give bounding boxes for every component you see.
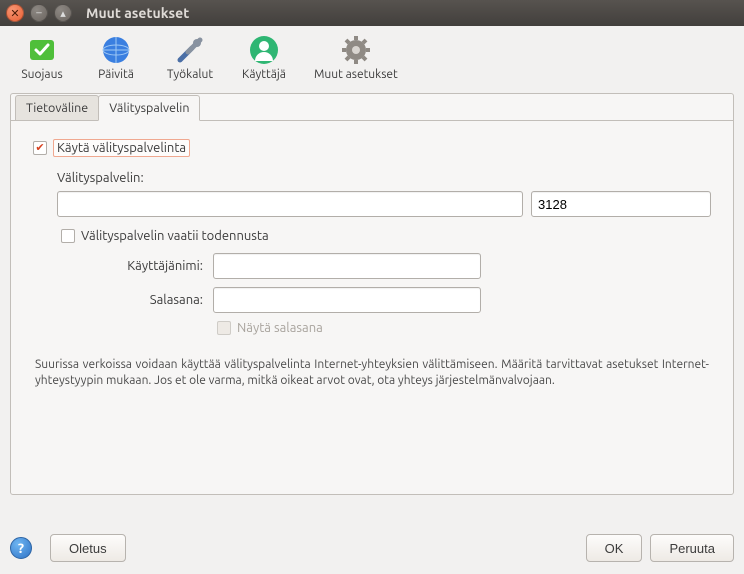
use-proxy-checkbox[interactable] — [33, 141, 47, 155]
ok-button[interactable]: OK — [586, 534, 643, 562]
proxy-server-label: Välityspalvelin: — [57, 171, 711, 185]
tab-medium[interactable]: Tietoväline — [15, 95, 99, 120]
footer: ? Oletus OK Peruuta — [10, 534, 734, 562]
defaults-button[interactable]: Oletus — [50, 534, 126, 562]
username-input — [213, 253, 481, 279]
toolbar-item-update[interactable]: Päivitä — [92, 34, 140, 81]
show-password-label: Näytä salasana — [237, 321, 323, 335]
content-panel: Tietoväline Välityspalvelin Käytä välity… — [10, 93, 734, 495]
user-icon — [248, 34, 280, 66]
toolbar-label: Käyttäjä — [242, 68, 286, 81]
proxy-host-input[interactable] — [57, 191, 523, 217]
toolbar-item-tools[interactable]: Työkalut — [166, 34, 214, 81]
toolbar-item-other-settings[interactable]: Muut asetukset — [314, 34, 398, 81]
toolbar-item-user[interactable]: Käyttäjä — [240, 34, 288, 81]
toolbar-label: Suojaus — [21, 68, 62, 81]
password-label: Salasana: — [61, 293, 213, 307]
toolbar: Suojaus Päivitä Työkalut Käyttäjä Muut a… — [0, 26, 744, 87]
show-password-checkbox — [217, 321, 231, 335]
toolbar-item-protection[interactable]: Suojaus — [18, 34, 66, 81]
requires-auth-label: Välityspalvelin vaatii todennusta — [81, 229, 269, 243]
titlebar: ✕ – ▴ Muut asetukset — [0, 0, 744, 26]
tab-bar: Tietoväline Välityspalvelin — [11, 93, 733, 121]
help-icon[interactable]: ? — [10, 537, 32, 559]
help-text: Suurissa verkoissa voidaan käyttää välit… — [33, 357, 711, 389]
shield-check-icon — [26, 34, 58, 66]
gear-icon — [340, 34, 372, 66]
proxy-port-input[interactable] — [531, 191, 711, 217]
cancel-button[interactable]: Peruuta — [650, 534, 734, 562]
window-maximize-button[interactable]: ▴ — [54, 4, 72, 22]
username-label: Käyttäjänimi: — [61, 259, 213, 273]
tab-panel-proxy: Käytä välityspalvelinta Välityspalvelin:… — [11, 121, 733, 401]
globe-icon — [100, 34, 132, 66]
password-input — [213, 287, 481, 313]
window-minimize-button[interactable]: – — [30, 4, 48, 22]
toolbar-label: Työkalut — [167, 68, 213, 81]
use-proxy-label: Käytä välityspalvelinta — [53, 139, 190, 157]
window-title: Muut asetukset — [86, 5, 189, 21]
window-close-button[interactable]: ✕ — [6, 4, 24, 22]
toolbar-label: Muut asetukset — [314, 68, 398, 81]
requires-auth-checkbox[interactable] — [61, 229, 75, 243]
tools-icon — [174, 34, 206, 66]
toolbar-label: Päivitä — [98, 68, 134, 81]
tab-proxy[interactable]: Välityspalvelin — [98, 95, 200, 121]
